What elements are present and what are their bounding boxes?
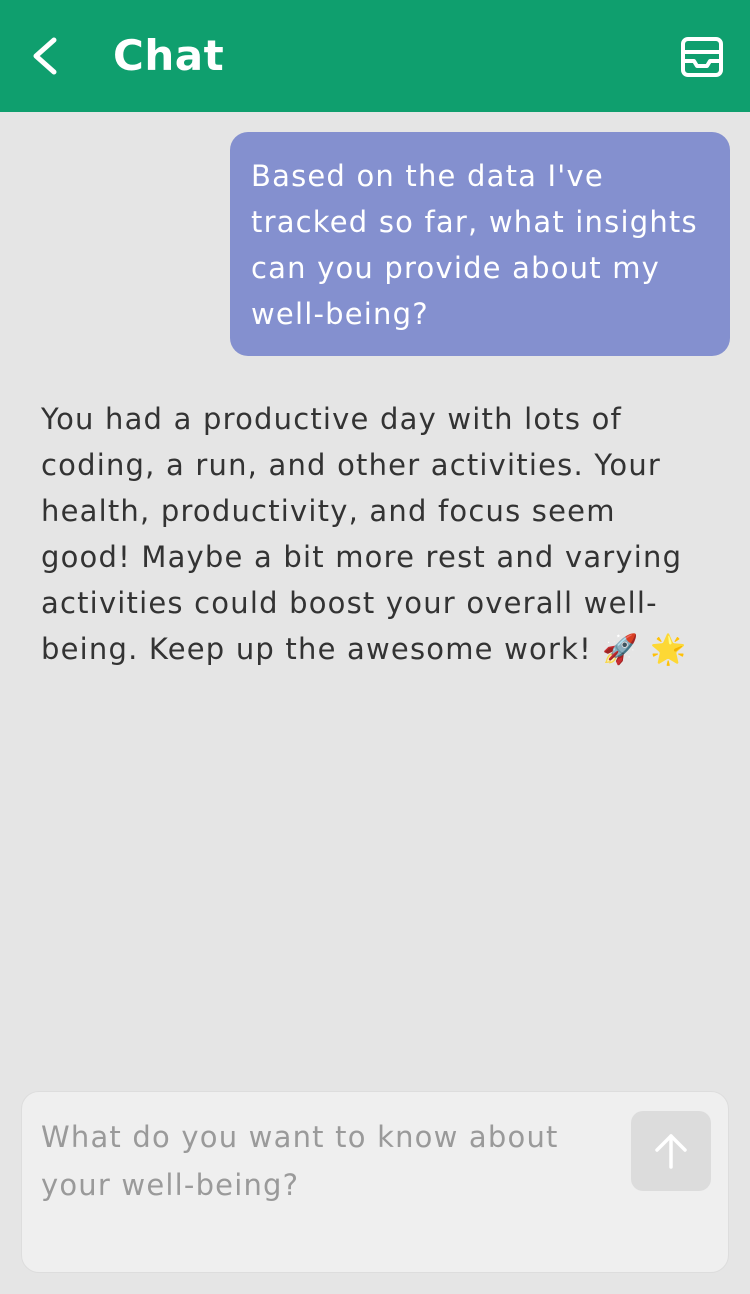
back-button[interactable] <box>22 28 70 84</box>
inbox-icon <box>681 37 723 77</box>
inbox-button[interactable] <box>680 36 724 78</box>
message-input[interactable]: What do you want to know about your well… <box>41 1113 601 1209</box>
chevron-left-icon <box>33 37 57 75</box>
page-title: Chat <box>113 31 225 80</box>
message-composer: What do you want to know about your well… <box>21 1091 729 1273</box>
user-message-bubble: Based on the data I've tracked so far, w… <box>230 132 730 356</box>
arrow-up-icon <box>655 1134 687 1169</box>
assistant-message: You had a productive day with lots of co… <box>41 402 688 666</box>
app-header: Chat <box>0 0 750 112</box>
send-button[interactable] <box>631 1111 711 1191</box>
